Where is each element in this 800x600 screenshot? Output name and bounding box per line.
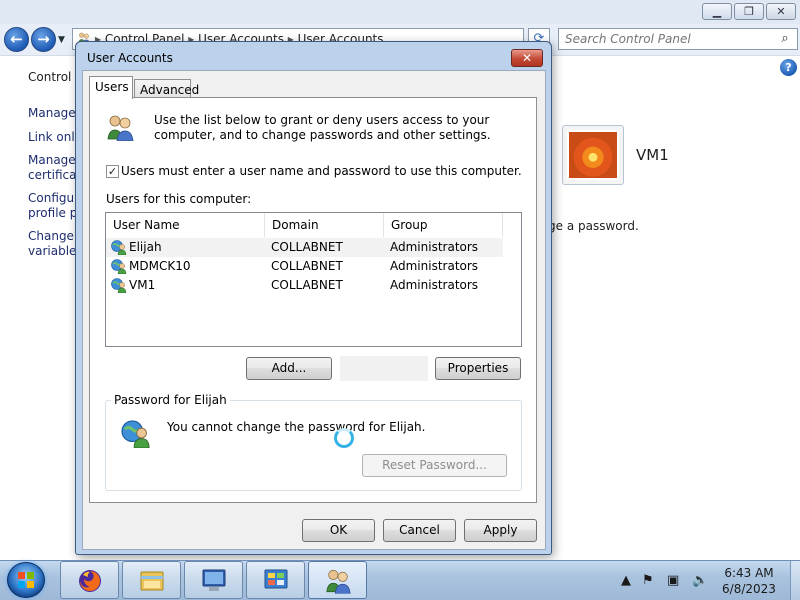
users-icon (105, 113, 135, 141)
volume-muted-icon[interactable]: 🔈 (692, 574, 708, 588)
reset-password-button[interactable]: Reset Password... (362, 454, 507, 477)
task-link[interactable]: Manage (28, 106, 76, 121)
column-header-user-name[interactable]: User Name (106, 213, 265, 237)
password-group (105, 400, 522, 491)
show-desktop-button[interactable] (790, 561, 800, 600)
clock-time: 6:43 AM (724, 566, 774, 580)
file-explorer-icon (140, 571, 164, 591)
user-group: Administrators (390, 259, 479, 273)
close-icon: ✕ (521, 51, 533, 65)
taskbar-remote-desktop[interactable] (184, 561, 243, 599)
taskbar-user-accounts[interactable] (308, 561, 367, 599)
users-list-heading: Users for this computer: (106, 192, 252, 206)
start-button[interactable] (7, 562, 45, 598)
user-name: VM1 (129, 278, 156, 292)
taskbar-file-explorer[interactable] (122, 561, 181, 599)
user-accounts-icon (324, 567, 352, 594)
back-button[interactable]: ← (4, 27, 29, 52)
column-header-domain[interactable]: Domain (265, 213, 384, 237)
busy-cursor-icon (334, 428, 354, 448)
ok-button[interactable]: OK (302, 519, 375, 542)
search-input[interactable] (558, 28, 798, 50)
user-name: MDMCK10 (129, 259, 191, 273)
restore-icon: ❐ (744, 5, 754, 18)
task-link[interactable]: Manage (28, 153, 76, 168)
task-link[interactable]: certificat (28, 168, 81, 183)
user-icon (111, 278, 127, 293)
user-domain: COLLABNET (271, 278, 343, 292)
must-enter-password-checkbox[interactable]: ✓ (106, 165, 119, 178)
minimize-icon: ▁ (712, 5, 722, 18)
properties-button[interactable]: Properties (435, 357, 521, 380)
user-domain: COLLABNET (271, 240, 343, 254)
password-group-label: Password for Elijah (111, 393, 230, 407)
forward-button[interactable]: → (31, 27, 56, 52)
user-row[interactable]: Elijah COLLABNET Administrators (106, 238, 503, 257)
chevron-up-icon: ▲ (621, 573, 631, 588)
change-password-link[interactable]: ge a password. (548, 219, 639, 233)
dialog-close-button[interactable]: ✕ (511, 49, 543, 67)
account-picture[interactable] (567, 130, 619, 180)
control-panel-icon (264, 569, 288, 589)
search-icon[interactable]: ⌕ (777, 31, 793, 47)
task-link[interactable]: Configur (28, 191, 79, 206)
task-link[interactable]: Link onli (28, 130, 78, 145)
help-icon[interactable]: ? (780, 59, 797, 76)
taskbar-firefox[interactable] (60, 561, 119, 599)
close-icon: ✕ (776, 5, 786, 18)
taskbar (0, 560, 800, 600)
windows-logo-icon (18, 572, 34, 588)
action-center-icon[interactable]: ⚑ (642, 574, 654, 588)
dialog-title: User Accounts (87, 51, 173, 65)
forward-arrow-icon: → (37, 30, 50, 48)
user-row[interactable]: MDMCK10 COLLABNET Administrators (106, 257, 503, 276)
remote-desktop-icon (202, 569, 226, 591)
apply-button[interactable]: Apply (464, 519, 537, 542)
user-group: Administrators (390, 278, 479, 292)
system-clock[interactable]: 6:43 AM 6/8/2023 (716, 565, 782, 597)
password-message: You cannot change the password for Elija… (167, 420, 426, 434)
network-icon[interactable]: ▣ (667, 574, 679, 588)
account-name: VM1 (636, 146, 669, 164)
back-arrow-icon: ← (10, 30, 23, 48)
restore-button[interactable]: ❐ (734, 3, 764, 20)
control-panel-titlebar (0, 0, 800, 24)
remove-button-placeholder (340, 356, 428, 381)
close-button[interactable]: ✕ (766, 3, 796, 20)
recent-pages-dropdown[interactable]: ▼ (58, 35, 65, 45)
user-icon (111, 259, 127, 274)
checkmark-icon: ✓ (107, 165, 118, 178)
intro-text: Use the list below to grant or deny user… (154, 113, 491, 142)
user-globe-icon (121, 420, 151, 448)
clock-date: 6/8/2023 (722, 582, 776, 596)
add-user-button[interactable]: Add... (246, 357, 332, 380)
tab-users[interactable]: Users (89, 76, 133, 99)
cancel-button[interactable]: Cancel (383, 519, 456, 542)
user-domain: COLLABNET (271, 259, 343, 273)
user-group: Administrators (390, 240, 479, 254)
taskbar-control-panel[interactable] (246, 561, 305, 599)
user-name: Elijah (129, 240, 162, 254)
user-row[interactable]: VM1 COLLABNET Administrators (106, 276, 503, 295)
show-hidden-icons-button[interactable]: ▲ (621, 574, 631, 588)
minimize-button[interactable]: ▁ (702, 3, 732, 20)
chevron-down-icon: ▼ (58, 35, 65, 45)
must-enter-password-label[interactable]: Users must enter a user name and passwor… (121, 164, 522, 178)
column-header-group[interactable]: Group (384, 213, 503, 237)
user-icon (111, 240, 127, 255)
firefox-icon (79, 570, 101, 592)
